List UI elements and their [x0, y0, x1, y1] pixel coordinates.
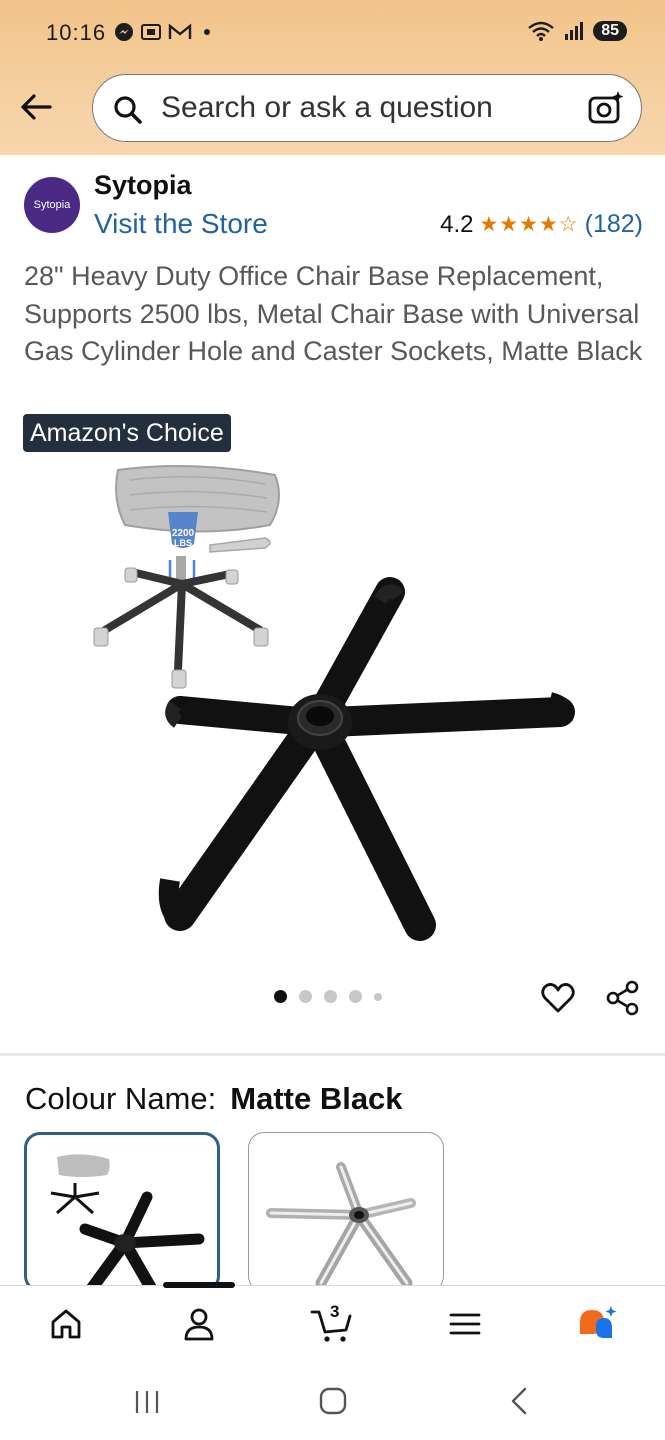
rating-count-link[interactable]: (182)	[585, 210, 643, 239]
notification-icons	[114, 22, 210, 42]
visit-store-link[interactable]: Visit the Store	[94, 208, 268, 240]
inset-weight-unit: LBS	[174, 538, 192, 548]
swatch-black-image	[50, 1154, 205, 1289]
recent-apps-icon[interactable]	[132, 1387, 162, 1417]
inset-chair-illustration: 2200 LBS	[93, 465, 280, 689]
nav-rufus[interactable]	[576, 1302, 620, 1346]
nav-home[interactable]	[44, 1302, 88, 1346]
status-time: 10:16	[46, 20, 107, 45]
system-back-icon[interactable]	[505, 1385, 535, 1417]
nav-account[interactable]	[177, 1302, 221, 1346]
back-arrow-icon[interactable]	[18, 88, 56, 126]
carousel-dot-3[interactable]	[324, 990, 337, 1003]
swatch-chrome-image	[266, 1162, 416, 1289]
brand-logo-text: Sytopia	[33, 199, 71, 211]
chair-base-illustration	[158, 577, 575, 941]
system-status-icons: 85	[527, 20, 627, 42]
search-bar[interactable]: Search or ask a question	[92, 74, 642, 142]
signal-icon	[565, 22, 584, 40]
rufus-icon	[580, 1306, 617, 1338]
active-tab-indicator	[163, 1282, 235, 1288]
bottom-navigation	[0, 1282, 665, 1366]
search-icon	[114, 96, 142, 124]
colour-value: Matte Black	[230, 1081, 403, 1116]
screenshot-icon	[141, 24, 161, 40]
messenger-icon	[115, 23, 133, 41]
carousel-dot-4[interactable]	[349, 990, 362, 1003]
carousel-dot-1[interactable]	[274, 990, 287, 1003]
app-header: 10:16 85 Search or ask a question	[0, 0, 665, 155]
heart-icon[interactable]	[540, 980, 576, 1016]
share-icon[interactable]	[605, 980, 641, 1016]
home-button-icon[interactable]	[317, 1385, 349, 1417]
carousel-dot-2[interactable]	[299, 990, 312, 1003]
brand-name: Sytopia	[94, 170, 192, 200]
colour-swatch-chrome[interactable]	[248, 1132, 444, 1292]
star-rating-icon: ★★★★☆	[479, 213, 579, 236]
carousel-dot-5[interactable]	[374, 992, 382, 1001]
rating-summary[interactable]: 4.2 ★★★★☆ (182)	[440, 210, 643, 239]
nav-menu[interactable]	[443, 1302, 487, 1346]
camera-search-icon[interactable]	[587, 89, 625, 127]
system-navigation-bar	[0, 1365, 665, 1440]
amazons-choice-badge: Amazon's Choice	[23, 414, 231, 452]
section-divider	[0, 1053, 665, 1056]
cart-count-badge: 3	[330, 1302, 340, 1321]
wifi-icon	[528, 21, 554, 41]
more-notifications-dot	[204, 29, 210, 35]
gmail-icon	[168, 23, 192, 39]
colour-label: Colour Name:	[25, 1081, 217, 1116]
brand-logo[interactable]: Sytopia	[24, 177, 80, 233]
menu-icon	[449, 1313, 481, 1335]
home-icon	[51, 1309, 81, 1339]
product-title: 28" Heavy Duty Office Chair Base Replace…	[24, 261, 643, 366]
search-input[interactable]: Search or ask a question	[161, 91, 493, 125]
product-image[interactable]: 2200 LBS	[70, 460, 600, 950]
colour-swatch-matte-black[interactable]	[24, 1132, 220, 1292]
battery-indicator: 85	[593, 21, 627, 41]
status-bar: 10:16 85	[0, 0, 665, 64]
rating-value: 4.2	[440, 210, 474, 238]
colour-selector-heading: Colour Name: Matte Black	[25, 1081, 403, 1117]
image-carousel-dots[interactable]	[274, 990, 382, 1003]
account-icon	[184, 1308, 214, 1341]
